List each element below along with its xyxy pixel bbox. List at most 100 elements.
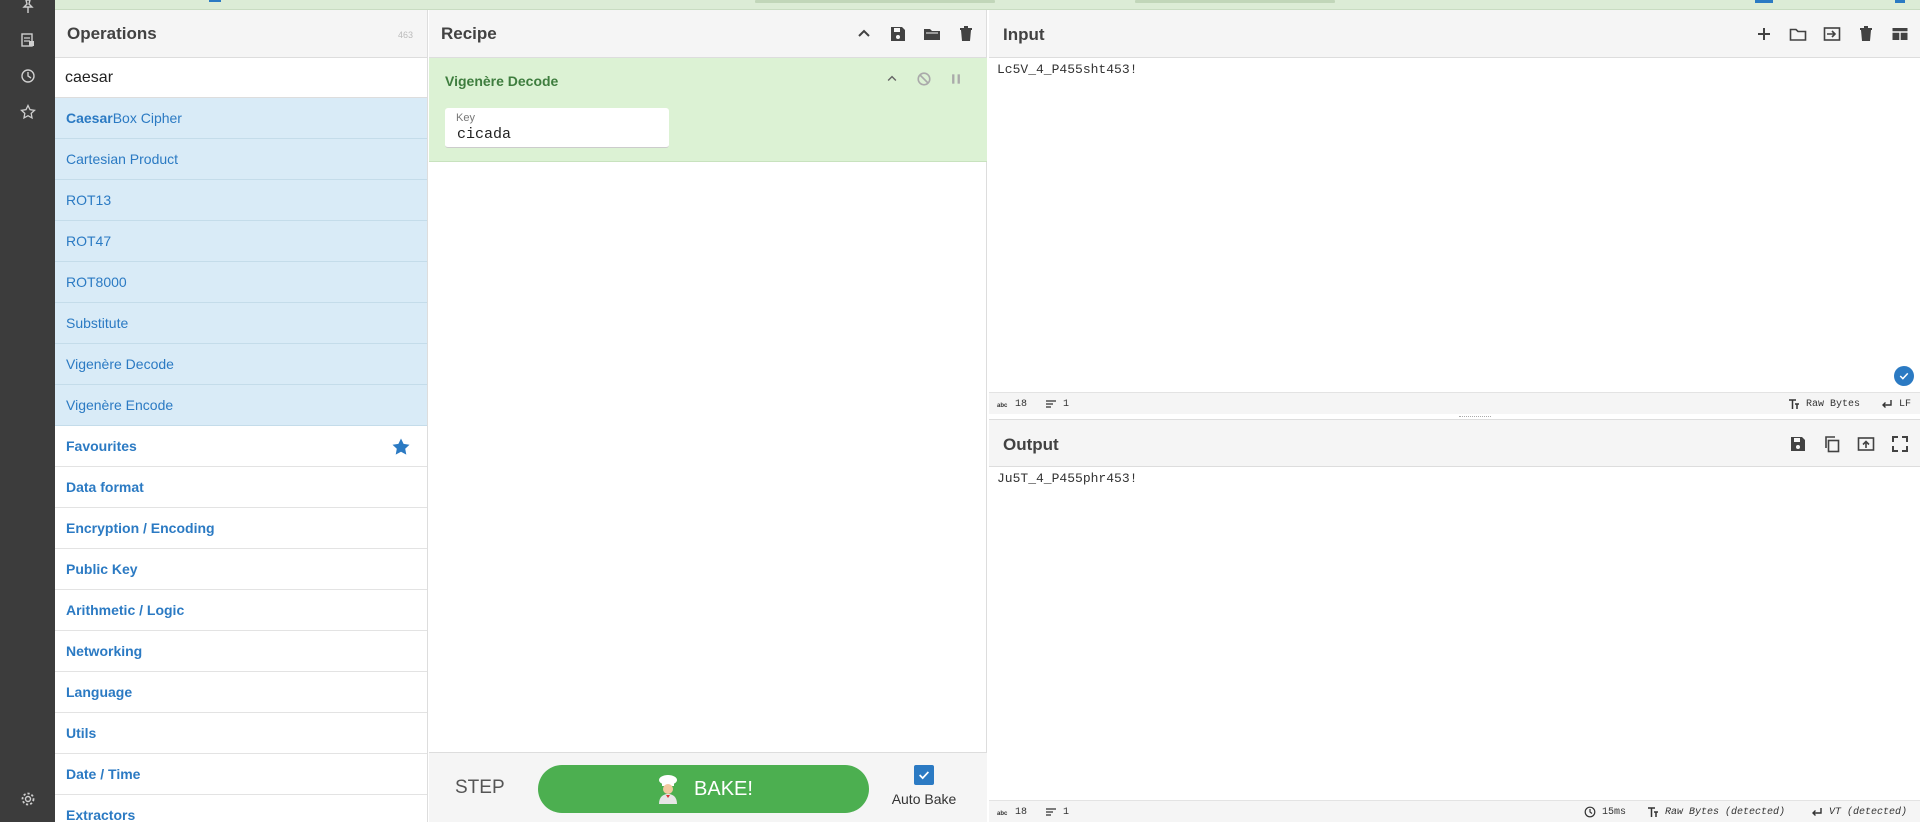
plus-icon[interactable] — [1754, 24, 1774, 44]
input-length: abc 18 — [997, 398, 1027, 410]
result-label: Vigenère Encode — [66, 397, 174, 413]
switch-icon[interactable] — [1822, 24, 1842, 44]
operations-header: Operations 463 — [55, 10, 427, 58]
output-lines: 1 — [1045, 806, 1069, 818]
result-label: Box Cipher — [112, 110, 182, 126]
category-arithmetic-logic[interactable]: Arithmetic / Logic — [55, 590, 427, 631]
output-eol-value: VT (detected) — [1829, 806, 1908, 818]
search-result-item[interactable]: Caesar Box Cipher — [55, 98, 427, 139]
svg-text:abc: abc — [997, 811, 1008, 817]
search-result-item[interactable]: ROT47 — [55, 221, 427, 262]
category-networking[interactable]: Networking — [55, 631, 427, 672]
category-label: Extractors — [66, 807, 136, 822]
output-length-value: 18 — [1015, 806, 1028, 818]
chevron-up-icon[interactable] — [883, 70, 901, 88]
input-eol[interactable]: LF — [1881, 398, 1911, 410]
result-label: ROT47 — [66, 233, 112, 249]
category-encryption-encoding[interactable]: Encryption / Encoding — [55, 508, 427, 549]
copy-icon[interactable] — [1822, 434, 1842, 454]
output-text[interactable]: Ju5T_4_P455phr453! — [997, 471, 1137, 486]
category-favourites[interactable]: Favourites — [55, 426, 427, 467]
search-result-item[interactable]: ROT8000 — [55, 262, 427, 303]
auto-bake-checkbox[interactable] — [914, 765, 934, 785]
search-result-item[interactable]: Vigenère Decode — [55, 344, 427, 385]
search-result-item[interactable]: ROT13 — [55, 180, 427, 221]
bake-label: BAKE! — [694, 777, 753, 800]
search-result-item[interactable]: Vigenère Encode — [55, 385, 427, 426]
trash-icon[interactable] — [1856, 24, 1876, 44]
category-utils[interactable]: Utils — [55, 713, 427, 754]
save-icon[interactable] — [1788, 434, 1808, 454]
recipe-title: Recipe — [441, 23, 497, 43]
category-list: Favourites Data format Encryption / Enco… — [55, 426, 427, 822]
left-rail — [0, 0, 55, 822]
category-label: Utils — [66, 725, 97, 741]
category-label: Networking — [66, 643, 143, 659]
output-header: Output — [989, 419, 1920, 467]
search-results: Caesar Box Cipher Cartesian Product ROT1… — [55, 98, 427, 426]
sidebar-icon[interactable] — [18, 30, 38, 50]
search-result-item[interactable]: Substitute — [55, 303, 427, 344]
input-eol-value: LF — [1899, 398, 1912, 410]
result-label: Vigenère Decode — [66, 356, 174, 372]
category-label: Encryption / Encoding — [66, 520, 215, 536]
result-label: Substitute — [66, 315, 129, 331]
input-encoding[interactable]: Raw Bytes — [1788, 398, 1860, 410]
banner-link[interactable] — [209, 0, 221, 2]
operations-search-input[interactable]: caesar — [55, 58, 427, 98]
category-label: Favourites — [66, 438, 137, 454]
category-label: Arithmetic / Logic — [66, 602, 185, 618]
banner-link[interactable] — [1895, 0, 1905, 3]
recipe-operation[interactable]: Vigenère Decode Key cicada — [429, 58, 987, 162]
input-text[interactable]: Lc5V_4_P455sht453! — [997, 62, 1137, 77]
result-label: ROT13 — [66, 192, 112, 208]
category-label: Data format — [66, 479, 144, 495]
folder-icon[interactable] — [922, 24, 942, 44]
settings-icon[interactable] — [18, 789, 38, 809]
input-title: Input — [1003, 25, 1045, 44]
trash-icon[interactable] — [956, 24, 976, 44]
pin-icon[interactable] — [18, 0, 38, 16]
folder-icon[interactable] — [1788, 24, 1808, 44]
auto-bake[interactable]: Auto Bake — [883, 765, 965, 807]
replace-input-icon[interactable] — [1856, 434, 1876, 454]
disable-icon[interactable] — [915, 70, 933, 88]
output-status-bar: abc 18 1 15ms Raw Bytes (detected) VT (d… — [989, 800, 1920, 822]
clock-icon[interactable] — [18, 66, 38, 86]
search-result-item[interactable]: Cartesian Product — [55, 139, 427, 180]
recipe-header: Recipe — [429, 10, 986, 58]
abc-icon: abc — [997, 811, 1008, 817]
clock-icon — [1584, 806, 1596, 818]
category-language[interactable]: Language — [55, 672, 427, 713]
save-icon[interactable] — [888, 24, 908, 44]
step-button[interactable]: STEP — [455, 777, 505, 799]
category-date-time[interactable]: Date / Time — [55, 754, 427, 795]
maximize-icon[interactable] — [1890, 434, 1910, 454]
key-field[interactable]: Key cicada — [445, 108, 669, 148]
chevron-up-icon[interactable] — [854, 24, 874, 44]
text-format-icon — [1789, 399, 1799, 409]
io-panel: Input Lc5V_4_P455sht453! abc 18 1 Raw By… — [989, 10, 1920, 822]
category-public-key[interactable]: Public Key — [55, 549, 427, 590]
input-length-value: 18 — [1015, 398, 1028, 410]
category-label: Language — [66, 684, 133, 700]
category-extractors[interactable]: Extractors — [55, 795, 427, 822]
category-data-format[interactable]: Data format — [55, 467, 427, 508]
output-title: Output — [1003, 435, 1059, 454]
output-encoding[interactable]: Raw Bytes (detected) — [1647, 806, 1785, 818]
svg-text:abc: abc — [997, 403, 1008, 409]
input-lines: 1 — [1045, 398, 1069, 410]
input-status-bar: abc 18 1 Raw Bytes LF — [989, 392, 1920, 414]
recipe-operation-name: Vigenère Decode — [445, 73, 559, 89]
return-icon — [1882, 400, 1892, 408]
key-value: cicada — [457, 126, 512, 143]
pause-icon[interactable] — [947, 70, 965, 88]
recipe-controls: STEP BAKE! Auto Bake — [429, 752, 987, 822]
layout-icon[interactable] — [1890, 24, 1910, 44]
category-label: Date / Time — [66, 766, 141, 782]
bake-button[interactable]: BAKE! — [538, 765, 869, 813]
star-icon[interactable] — [18, 102, 38, 122]
output-eol[interactable]: VT (detected) — [1811, 806, 1907, 818]
banner-link[interactable] — [1755, 0, 1773, 3]
operations-count: 463 — [397, 30, 413, 40]
